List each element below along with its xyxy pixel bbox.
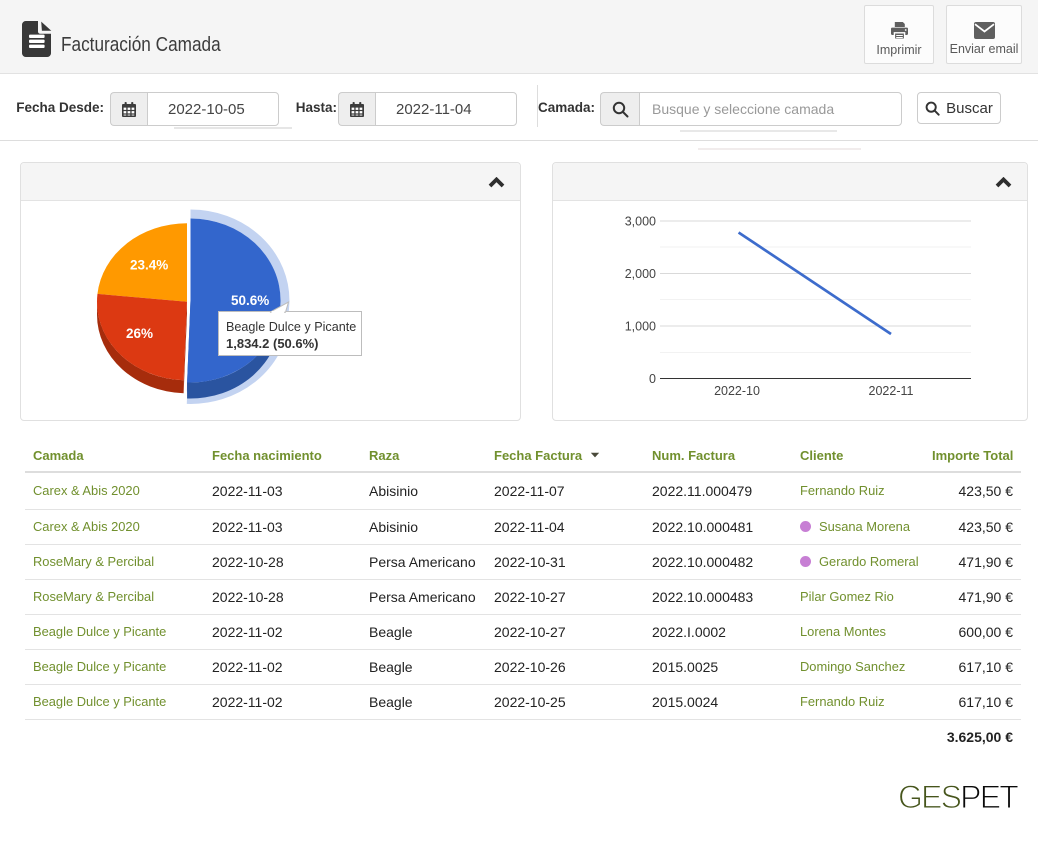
svg-text:Beagle Dulce y Picante: Beagle Dulce y Picante xyxy=(226,320,356,334)
svg-text:1,834.2 (50.6%): 1,834.2 (50.6%) xyxy=(226,336,319,351)
svg-text:2022-11: 2022-11 xyxy=(869,384,914,398)
svg-text:1,000: 1,000 xyxy=(625,320,656,334)
svg-text:23.4%: 23.4% xyxy=(130,258,168,273)
svg-text:2,000: 2,000 xyxy=(625,267,656,281)
svg-text:3,000: 3,000 xyxy=(625,215,656,229)
svg-text:2022-10: 2022-10 xyxy=(714,384,760,398)
svg-text:26%: 26% xyxy=(126,326,153,341)
svg-text:0: 0 xyxy=(649,372,656,386)
svg-text:50.6%: 50.6% xyxy=(231,293,269,308)
